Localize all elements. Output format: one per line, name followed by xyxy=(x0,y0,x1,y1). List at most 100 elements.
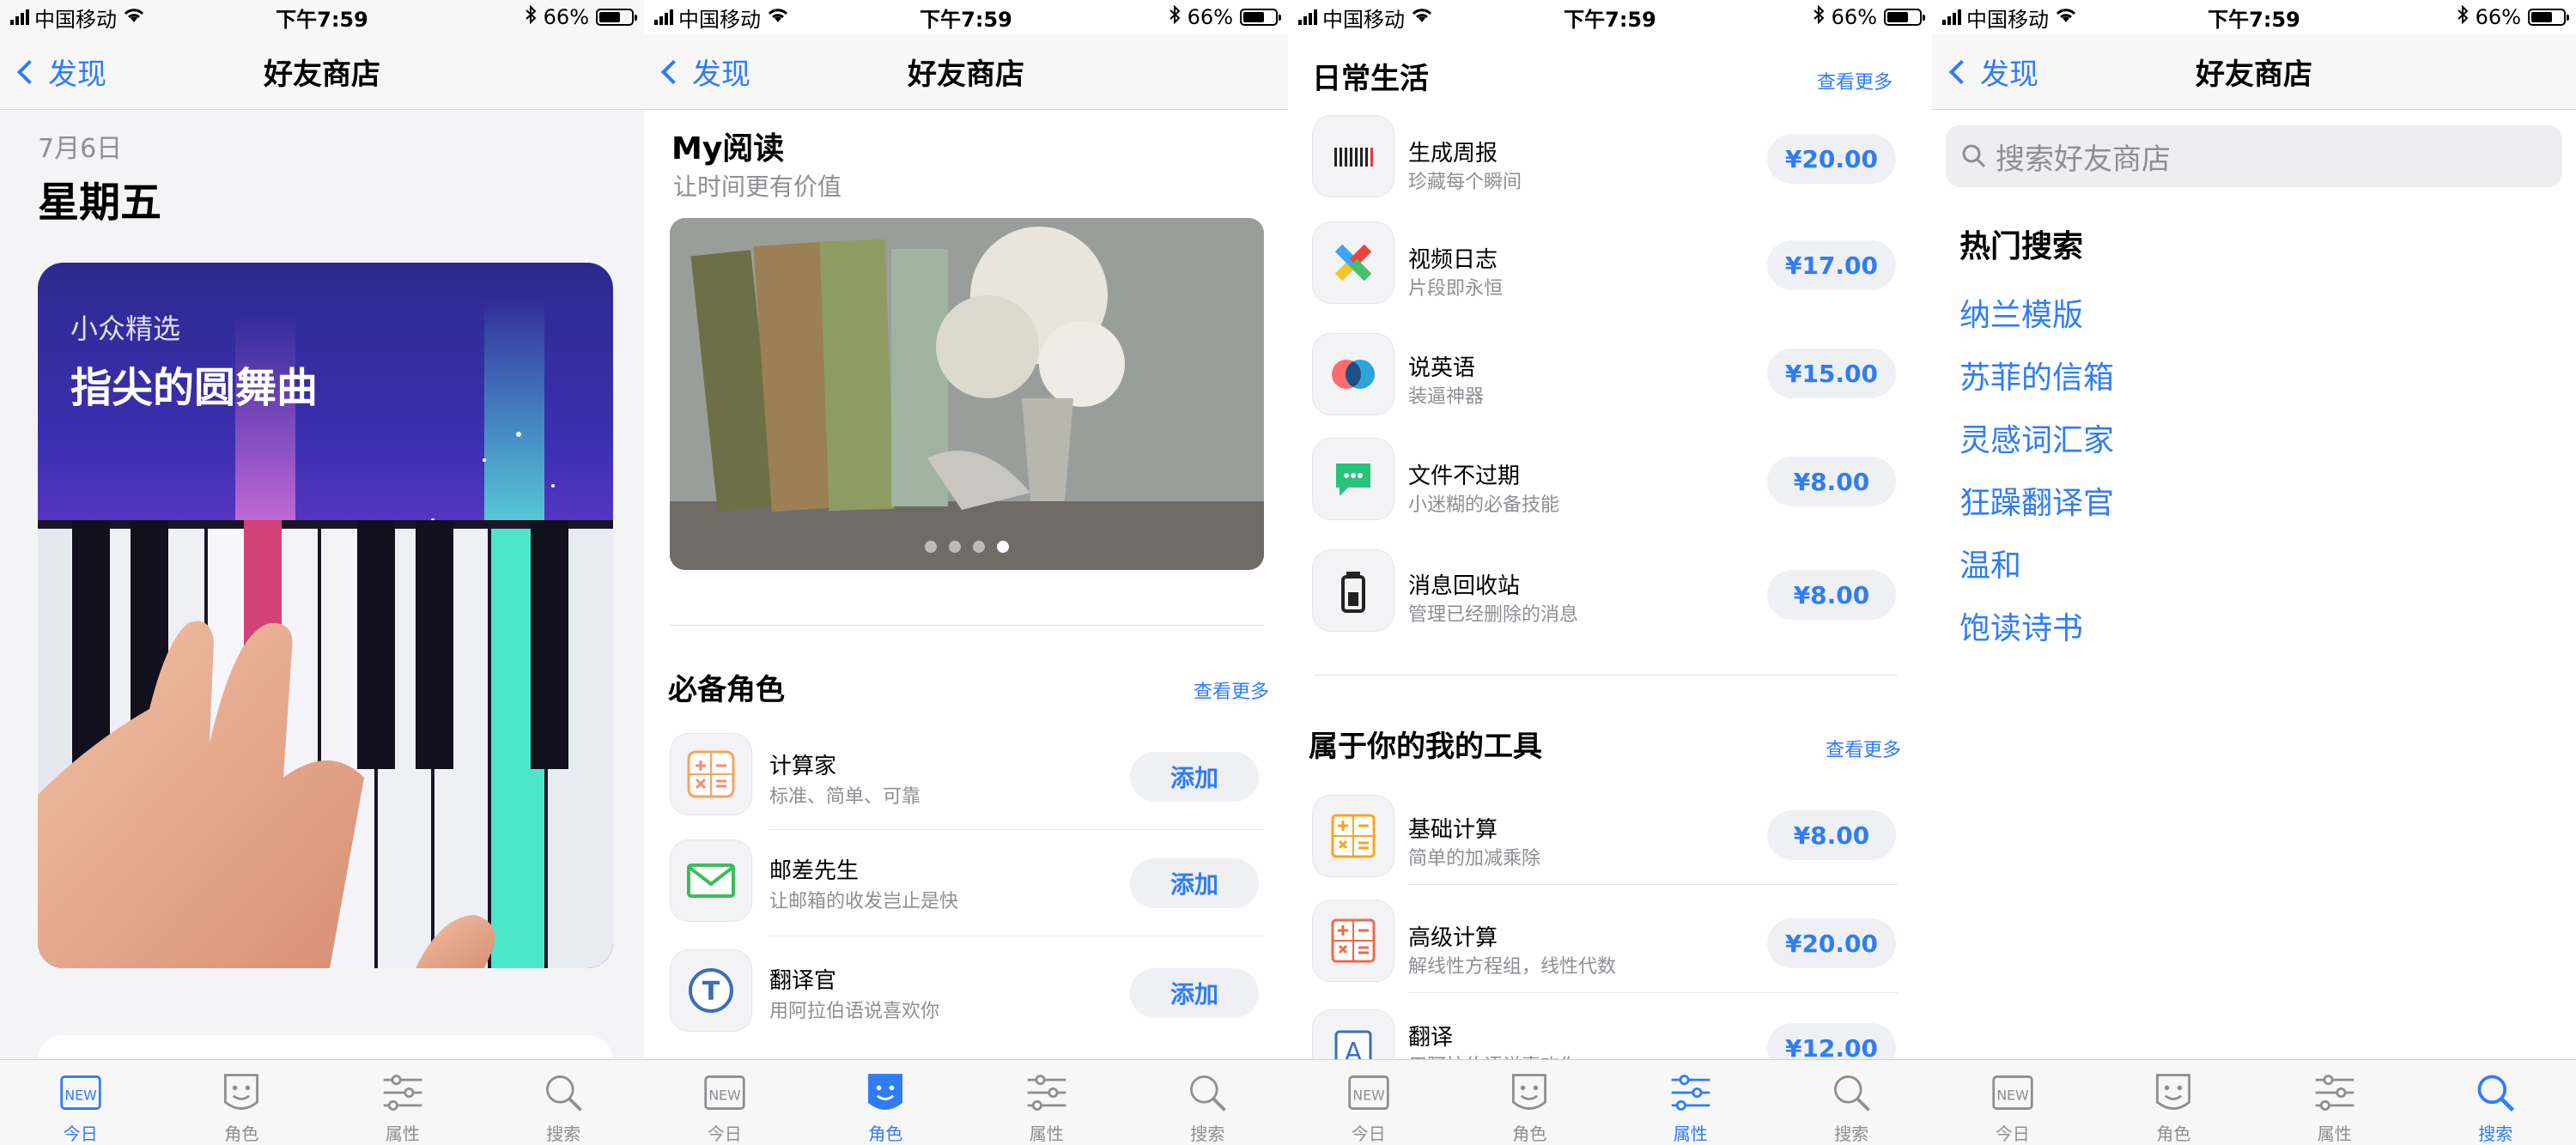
tab-label: 角色 xyxy=(868,1124,903,1144)
video-log-icon xyxy=(1312,221,1394,304)
back-button[interactable]: 发现 xyxy=(1947,51,2038,93)
see-more-link[interactable]: 查看更多 xyxy=(1817,67,1893,94)
pager-dot[interactable] xyxy=(973,541,985,553)
svg-text:NEW: NEW xyxy=(1996,1087,2029,1103)
section-title: 必备角色 xyxy=(668,673,785,707)
price-button[interactable]: ¥8.00 xyxy=(1767,810,1896,860)
svg-text:T: T xyxy=(702,977,720,1007)
books-flowers-photo xyxy=(670,218,1264,570)
app-description: 管理已经删除的消息 xyxy=(1408,604,1579,626)
list-item[interactable]: 文件不过期 小迷糊的必备技能 ¥8.00 xyxy=(1288,438,1932,544)
price-button[interactable]: ¥17.00 xyxy=(1767,240,1896,290)
feature-subtitle: 让时间更有价值 xyxy=(673,173,842,201)
wifi-icon xyxy=(1410,5,1434,29)
see-more-link[interactable]: 查看更多 xyxy=(1826,735,1901,762)
new-icon: NEW xyxy=(1992,1075,2033,1110)
app-description: 简单的加减乘除 xyxy=(1408,848,1541,869)
price-button[interactable]: ¥8.00 xyxy=(1767,457,1896,506)
list-item[interactable]: 消息回收站 管理已经删除的消息 ¥8.00 xyxy=(1288,549,1932,656)
list-item[interactable]: 视频日志 片段即永恒 ¥17.00 xyxy=(1288,221,1932,328)
tab-search[interactable]: 搜索 xyxy=(1771,1060,1933,1145)
speech-icon xyxy=(1312,333,1394,415)
list-item[interactable]: 说英语 装逼神器 ¥15.00 xyxy=(1288,333,1932,439)
list-item[interactable]: 高级计算 解线性方程组，线性代数 ¥20.00 xyxy=(1288,900,1932,1006)
battery-icon xyxy=(2528,9,2569,26)
battery-icon xyxy=(1240,9,1281,26)
app-name: 翻译 xyxy=(1408,1025,1454,1051)
price-button[interactable]: ¥15.00 xyxy=(1767,348,1896,398)
signal-icon xyxy=(10,9,29,25)
tab-search[interactable]: 搜索 xyxy=(2415,1060,2576,1145)
price-button[interactable]: ¥20.00 xyxy=(1767,918,1896,968)
list-item[interactable]: 邮差先生 让邮箱的收发岂止是快 添加 xyxy=(644,839,1288,946)
svg-text:NEW: NEW xyxy=(1352,1087,1385,1103)
screen-attributes: 中国移动 下午7:59 66% 日常生活 查看更多 生成周报 珍藏每个瞬间 ¥2… xyxy=(1288,0,1932,1145)
app-name: 翻译官 xyxy=(769,968,837,994)
row-divider xyxy=(769,829,1264,830)
tab-search[interactable]: 搜索 xyxy=(1127,1060,1289,1145)
see-more-link[interactable]: 查看更多 xyxy=(1194,676,1269,704)
tab-today[interactable]: NEW 今日 xyxy=(0,1060,161,1145)
chevron-left-icon xyxy=(16,59,42,84)
tab-label: 属性 xyxy=(1673,1124,1708,1144)
tab-search[interactable]: 搜索 xyxy=(483,1060,645,1145)
signal-icon xyxy=(1298,9,1317,25)
list-item[interactable]: 生成周报 珍藏每个瞬间 ¥20.00 xyxy=(1288,115,1932,221)
tab-label: 搜索 xyxy=(1834,1124,1869,1144)
hot-search-item[interactable]: 灵感词汇家 xyxy=(1959,415,2114,460)
calculator-icon xyxy=(670,733,752,815)
app-name: 说英语 xyxy=(1408,355,1476,381)
tab-attributes[interactable]: 属性 xyxy=(322,1060,483,1145)
tab-attributes[interactable]: 属性 xyxy=(2254,1060,2415,1145)
barcode-icon xyxy=(1312,115,1394,197)
hot-search-item[interactable]: 温和 xyxy=(1959,541,2021,585)
hot-search-item[interactable]: 纳兰模版 xyxy=(1959,290,2083,335)
tab-roles[interactable]: 角色 xyxy=(805,1060,967,1145)
back-button[interactable]: 发现 xyxy=(659,51,750,93)
list-item[interactable]: T 翻译官 用阿拉伯语说喜欢你 添加 xyxy=(644,949,1288,1056)
hot-search-item[interactable]: 饱读诗书 xyxy=(1959,603,2083,648)
tab-roles[interactable]: 角色 xyxy=(161,1060,323,1145)
tab-roles[interactable]: 角色 xyxy=(1449,1060,1611,1145)
tab-label: 今日 xyxy=(1995,1124,2030,1144)
hot-search-item[interactable]: 苏菲的信箱 xyxy=(1959,353,2114,397)
pager-dot[interactable] xyxy=(925,541,937,553)
feature-banner[interactable] xyxy=(670,218,1264,570)
battery-percent: 66% xyxy=(1831,5,1877,29)
pager-dot[interactable] xyxy=(949,541,961,553)
sliders-icon xyxy=(383,1075,422,1111)
price-button[interactable]: ¥20.00 xyxy=(1767,134,1896,184)
navigation-bar: 发现 好友商店 xyxy=(1932,34,2576,110)
status-bar: 中国移动 下午7:59 66% xyxy=(1288,0,1932,34)
battery-percent: 66% xyxy=(2475,5,2521,29)
navigation-bar: 发现 好友商店 xyxy=(0,34,644,110)
featured-story-card[interactable]: 小众精选 指尖的圆舞曲 xyxy=(38,263,613,968)
pager-dot-active[interactable] xyxy=(997,541,1009,553)
wifi-icon xyxy=(2054,5,2078,29)
search-input[interactable]: 搜索好友商店 xyxy=(1946,125,2562,187)
tab-today[interactable]: NEW 今日 xyxy=(1288,1060,1449,1145)
add-button[interactable]: 添加 xyxy=(1130,752,1259,802)
row-divider xyxy=(1408,992,1898,993)
battery-icon xyxy=(1884,9,1925,26)
list-item[interactable]: 计算家 标准、简单、可靠 添加 xyxy=(644,733,1288,839)
app-description: 装逼神器 xyxy=(1408,386,1485,408)
bluetooth-icon xyxy=(2457,4,2469,29)
tab-today[interactable]: NEW 今日 xyxy=(644,1060,805,1145)
add-button[interactable]: 添加 xyxy=(1130,968,1259,1018)
add-button[interactable]: 添加 xyxy=(1130,858,1259,908)
tab-attributes[interactable]: 属性 xyxy=(966,1060,1127,1145)
tab-today[interactable]: NEW 今日 xyxy=(1932,1060,2093,1145)
tab-attributes[interactable]: 属性 xyxy=(1610,1060,1771,1145)
hot-search-title: 热门搜索 xyxy=(1959,229,2084,264)
tab-label: 属性 xyxy=(2317,1124,2352,1144)
back-button[interactable]: 发现 xyxy=(15,51,106,93)
app-name: 消息回收站 xyxy=(1408,573,1521,599)
carousel-pager[interactable] xyxy=(670,541,1264,553)
tab-roles[interactable]: 角色 xyxy=(2093,1060,2255,1145)
svg-text:NEW: NEW xyxy=(708,1087,741,1103)
price-button[interactable]: ¥8.00 xyxy=(1767,570,1896,620)
hot-search-item[interactable]: 狂躁翻译官 xyxy=(1959,478,2114,523)
list-item[interactable]: 基础计算 简单的加减乘除 ¥8.00 xyxy=(1288,795,1932,901)
app-name: 文件不过期 xyxy=(1408,463,1521,489)
